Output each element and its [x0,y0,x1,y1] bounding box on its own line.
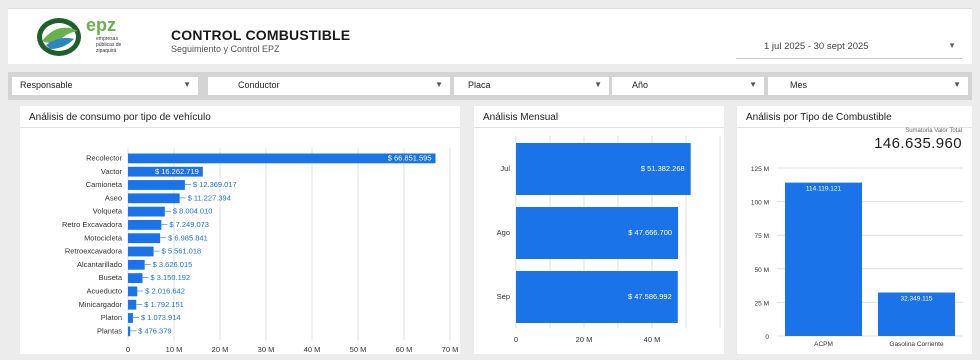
x-tick-label: 20 M [576,335,593,344]
y-tick-label: 125 M [751,166,769,173]
category-label: Volqueta [93,207,123,216]
bar [128,313,133,323]
x-tick-label: 40 M [644,335,661,344]
data-label: $ 5.561.018 [162,247,202,256]
y-tick-label: 0 [765,334,769,341]
chart-combustible: 0 25 M 50 M 75 M 100 M 125 M 114.119.121 ACPM 32… [751,166,963,348]
category-label: Ago [497,228,510,237]
chevron-down-icon: ▼ [749,80,757,89]
data-label: 114.119.121 [806,186,842,193]
chevron-down-icon: ▼ [183,80,191,89]
bar [128,180,185,190]
data-label: $ 6.985.841 [168,233,208,242]
chevron-down-icon: ▼ [953,80,961,89]
bar [128,259,145,270]
epz-logo: epz empresas públicas de zipaquirá [37,15,122,56]
data-label: $ 16.262.719 [155,167,199,176]
x-tick-label: 60 M [396,345,413,354]
data-label: 32.349.115 [900,296,932,303]
filter-conductor[interactable]: Conductor ▼ [208,77,450,95]
filter-bar: Responsable ▼ Conductor ▼ Placa ▼ Año ▼ Mes ▼ [8,72,972,100]
logo-text: epz [86,15,116,35]
category-label: Acueducto [87,287,122,296]
date-range-picker[interactable]: 1 jul 2025 - 30 sept 2025 ▼ [736,37,962,59]
filter-ano[interactable]: Año ▼ [612,77,764,95]
bar [128,273,143,283]
category-label: Retroexcavadora [65,247,123,256]
data-label: $ 66.851.595 [388,154,432,163]
y-tick-label: 75 M [755,233,769,240]
svg-text:zipaquirá: zipaquirá [96,48,117,54]
category-label: Motocicleta [84,233,123,242]
data-label: $ 47.586.992 [628,292,672,301]
data-label: $ 3.150.192 [150,273,190,282]
x-tick-label: Gasolina Corriente [889,341,944,348]
category-label: Camioneta [86,180,123,189]
category-label: Jul [500,164,510,173]
panel-vehiculo: Análisis de consumo por tipo de vehículo… [20,106,460,354]
category-label: Aseo [105,193,122,202]
x-tick-label: 70 M [442,345,459,354]
category-label: Sep [497,292,510,301]
bar [785,182,862,336]
page-subtitle: Seguimiento y Control EPZ [171,44,280,54]
data-label: $ 7.249.073 [169,220,209,229]
x-tick-label: 10 M [166,345,183,354]
category-label: Vactor [101,167,123,176]
chart-vehiculo: 0 10 M 20 M 30 M 40 M 50 M 60 M 70 M Recolector $… [62,148,459,354]
category-label: Minicargador [79,300,123,309]
bar [128,246,154,257]
data-label: $ 47.666.700 [628,228,672,237]
y-tick-label: 25 M [755,300,769,307]
x-tick-label: 20 M [212,345,229,354]
x-tick-label: 50 M [350,345,367,354]
header: epz empresas públicas de zipaquirá CONTR… [8,8,972,64]
data-label: $ 1.073.914 [141,313,181,322]
category-label: Buseta [99,273,123,282]
x-tick-label: 40 M [304,345,321,354]
panel-title: Análisis por Tipo de Combustible [746,112,892,123]
panel-title: Análisis de consumo por tipo de vehículo [29,112,211,123]
chevron-down-icon: ▼ [948,41,956,50]
data-label: $ 8.004.010 [173,207,213,216]
data-label: $ 2.016.642 [145,287,185,296]
x-tick-label: 30 M [258,345,275,354]
category-label: Alcantarillado [77,260,122,269]
panel-combustible: Análisis por Tipo de Combustible Sumator… [737,106,972,354]
filter-mes[interactable]: Mes ▼ [768,77,968,95]
data-label: $ 3.626.015 [153,260,193,269]
total-label: Sumatoria Valor Total [905,128,962,134]
data-label: $ 1.792.151 [144,300,184,309]
panel-title: Análisis Mensual [483,112,559,123]
y-tick-label: 100 M [751,200,769,207]
data-label: $ 476.379 [138,326,171,335]
x-tick-label: 0 [514,335,518,344]
x-tick-label: ACPM [814,341,833,348]
data-label: $ 12.369.017 [193,180,237,189]
bar [128,193,180,204]
category-label: Retro Excavadora [62,220,123,229]
bar [128,233,161,244]
x-tick-label: 0 [126,345,130,354]
date-range-value: 1 jul 2025 - 30 sept 2025 [764,41,869,52]
category-label: Recolector [86,154,122,163]
y-tick-label: 50 M [755,267,769,274]
page-title: CONTROL COMBUSTIBLE [171,27,351,43]
panel-mensual: Análisis Mensual 0 20 M 40 M Jul $ 51.382.26… [474,106,724,354]
bar [128,220,162,230]
filter-responsable[interactable]: Responsable ▼ [12,77,198,95]
bar [128,326,131,337]
bar [128,206,165,217]
filter-placa[interactable]: Placa ▼ [454,77,609,95]
category-label: Plantas [97,326,122,335]
category-label: Platon [101,313,122,322]
data-label: $ 51.382.268 [641,164,685,173]
data-label: $ 11.227.394 [188,193,231,202]
bar [128,286,138,297]
bar [128,299,137,310]
chevron-down-icon: ▼ [435,80,443,89]
chart-mensual: 0 20 M 40 M Jul $ 51.382.268 Ago $ 47.666.700 S… [497,136,721,344]
chevron-down-icon: ▼ [594,80,602,89]
total-value: 146.635.960 [874,135,962,152]
